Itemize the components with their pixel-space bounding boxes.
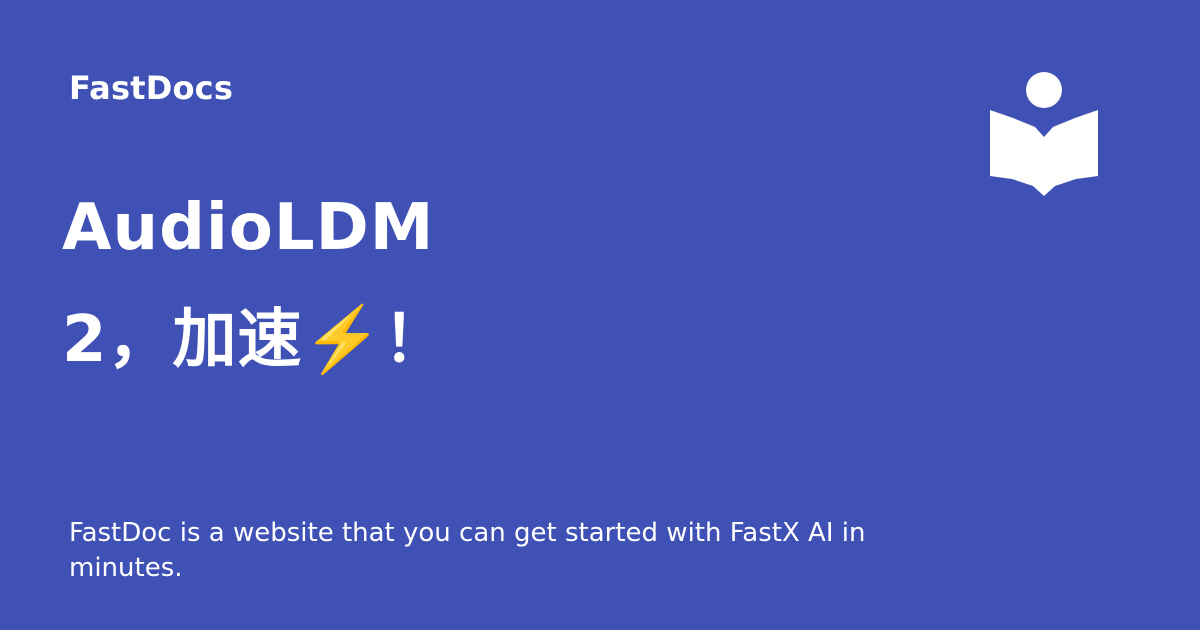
page-title: AudioLDM 2，加速⚡️！ <box>62 172 682 396</box>
title-line-2: 2，加速⚡️！ <box>62 303 449 377</box>
open-book-icon <box>990 110 1098 196</box>
site-description: FastDoc is a website that you can get st… <box>69 518 866 583</box>
social-card: FastDocs AudioLDM 2，加速⚡️！ FastDoc is a w… <box>0 0 1200 630</box>
brand-name: FastDocs <box>69 69 234 107</box>
title-line-1: AudioLDM <box>62 191 435 265</box>
reader-book-icon <box>990 72 1098 196</box>
reader-head-icon <box>1026 72 1062 108</box>
